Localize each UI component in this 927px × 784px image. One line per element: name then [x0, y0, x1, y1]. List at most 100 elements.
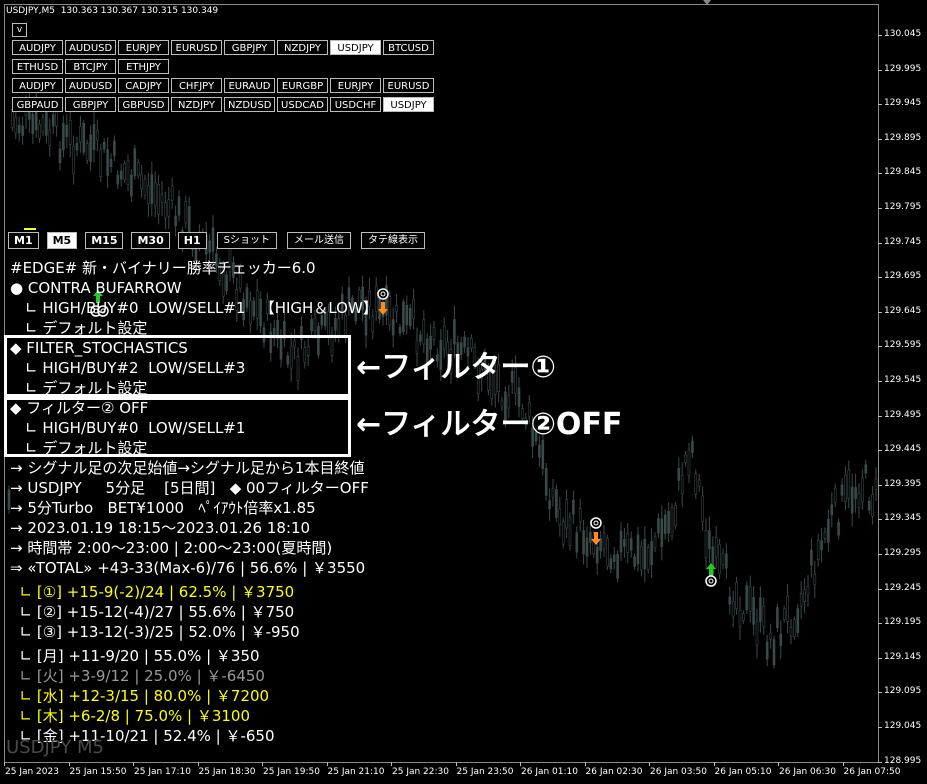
candle-body [691, 440, 694, 453]
time-tick-mark [68, 762, 70, 766]
price-tick-label: 129.245 [884, 582, 922, 593]
candle-body [731, 601, 735, 617]
candle-body [609, 558, 613, 570]
timeframe-button-m30[interactable]: M30 [131, 232, 170, 249]
candle-body [660, 518, 664, 547]
candle-body [68, 119, 72, 145]
filter-result-row: ∟ [①] +15-9(-2)/24 | 62.5% | ￥3750 [10, 583, 295, 601]
timeframe-button-m15[interactable]: M15 [85, 232, 124, 249]
candle-body [762, 605, 766, 627]
candle-body [578, 508, 582, 523]
price-tick-mark [878, 242, 882, 244]
candle-body [789, 627, 793, 637]
symbol-button-gbpjpy[interactable]: GBPJPY [65, 97, 116, 112]
candle-body [150, 174, 154, 205]
time-tick-label: 25 Jan 15:50 [69, 767, 127, 777]
symbol-button-ethjpy[interactable]: ETHJPY [118, 59, 169, 74]
symbol-timeframe: USDJPY,M5 [6, 6, 55, 16]
candle-body [786, 595, 789, 622]
candle-body [820, 540, 823, 550]
send-mail-button[interactable]: メール送信 [286, 232, 351, 249]
symbol-button-nzdjpy[interactable]: NZDJPY [277, 40, 328, 55]
candle-body [636, 534, 640, 565]
chart-window: USDJPY,M5 130.363 130.367 130.315 130.34… [0, 0, 927, 784]
price-tick-label: 129.945 [884, 98, 922, 109]
indicator-line: → シグナル足の次足始値→シグナル足から1本目終値 [10, 459, 365, 477]
symbol-button-nzdusd[interactable]: NZDUSD [224, 97, 275, 112]
candle-body [708, 530, 711, 550]
candle-body [677, 467, 681, 481]
price-tick-label: 129.395 [884, 478, 922, 489]
time-tick-label: 25 Jan 2023 [5, 767, 59, 777]
candle-body [561, 521, 565, 545]
symbol-button-audjpy[interactable]: AUDJPY [12, 40, 63, 55]
candle-body [558, 508, 562, 526]
price-tick-label: 129.645 [884, 305, 922, 316]
price-tick-mark [878, 138, 882, 140]
candle-body [623, 539, 626, 547]
timeframe-button-m5[interactable]: M5 [46, 232, 78, 249]
candle-body [548, 500, 551, 509]
symbol-button-audusd[interactable]: AUDUSD [65, 40, 116, 55]
candle-body [551, 488, 555, 498]
symbol-button-eurusd[interactable]: EURUSD [383, 78, 434, 93]
symbol-button-gbpjpy[interactable]: GBPJPY [224, 40, 275, 55]
candle-body [680, 475, 684, 494]
candle-body [14, 116, 18, 134]
symbol-button-usdcad[interactable]: USDCAD [277, 97, 328, 112]
symbol-button-eurgbp[interactable]: EURGBP [277, 78, 328, 93]
timeframe-bar: M1 M5 M15 M30 H1 Sショット メール送信 タテ線表示 [8, 232, 425, 249]
filter2-highlight-box [4, 397, 351, 457]
candle-body [718, 544, 721, 574]
timeframe-button-h1[interactable]: H1 [177, 232, 207, 249]
screenshot-button[interactable]: Sショット [216, 232, 277, 249]
time-tick-label: 25 Jan 21:10 [327, 767, 385, 777]
symbol-button-audusd[interactable]: AUDUSD [65, 78, 116, 93]
timeframe-button-m1[interactable]: M1 [8, 232, 39, 249]
collapse-toggle[interactable]: v [12, 23, 27, 37]
candle-body [589, 531, 592, 543]
symbol-button-usdjpy[interactable]: USDJPY [383, 97, 434, 112]
candle-body [184, 200, 188, 224]
time-tick-mark [778, 762, 779, 766]
symbol-button-btcusd[interactable]: BTCUSD [383, 40, 434, 55]
candle-body [568, 517, 572, 547]
candle-body [840, 484, 844, 496]
candle-body [72, 146, 75, 174]
symbol-button-cadjpy[interactable]: CADJPY [118, 78, 169, 93]
candle-body [395, 304, 398, 312]
symbol-button-gbpaud[interactable]: GBPAUD [12, 97, 63, 112]
price-tick-label: 129.795 [884, 202, 922, 212]
shift-marker-icon[interactable] [703, 0, 711, 5]
candle-body [738, 609, 742, 627]
candle-body [616, 553, 619, 579]
symbol-button-gbpusd[interactable]: GBPUSD [118, 97, 169, 112]
price-tick-mark [878, 35, 882, 36]
candle-body [782, 608, 786, 620]
indicator-line: → 5分Turbo BET¥1000 ﾍﾟｲｱｳﾄ倍率x1.85 [10, 499, 316, 517]
symbol-button-eurusd[interactable]: EURUSD [171, 40, 222, 55]
candle-body [419, 334, 422, 342]
candle-body [555, 489, 558, 518]
symbol-button-btcjpy[interactable]: BTCJPY [65, 59, 116, 74]
symbol-button-eurjpy[interactable]: EURJPY [118, 40, 169, 55]
symbol-button-usdchf[interactable]: USDCHF [330, 97, 381, 112]
candle-body [157, 184, 160, 215]
candle-body [871, 493, 874, 517]
symbol-button-usdjpy[interactable]: USDJPY [330, 40, 381, 55]
symbol-row: GBPAUD GBPJPY GBPUSD NZDJPY NZDUSD USDCAD USDC… [12, 97, 434, 112]
candle-body [412, 298, 415, 320]
symbol-row: AUDJPY AUDUSD CADJPY CHFJPY EURAUD EURGBP EURJ… [12, 78, 434, 93]
candle-body [776, 607, 779, 629]
time-tick-label: 25 Jan 18:30 [198, 767, 256, 777]
symbol-button-nzdjpy[interactable]: NZDJPY [171, 97, 222, 112]
symbol-button-euraud[interactable]: EURAUD [224, 78, 275, 93]
symbol-button-ethusd[interactable]: ETHUSD [12, 59, 63, 74]
price-tick-mark [878, 657, 882, 659]
symbol-button-audjpy[interactable]: AUDJPY [12, 78, 63, 93]
candle-body [62, 123, 65, 150]
vertical-line-button[interactable]: タテ線表示 [360, 232, 425, 249]
candle-body [803, 589, 806, 602]
symbol-button-eurjpy[interactable]: EURJPY [330, 78, 381, 93]
symbol-button-chfjpy[interactable]: CHFJPY [171, 78, 222, 93]
